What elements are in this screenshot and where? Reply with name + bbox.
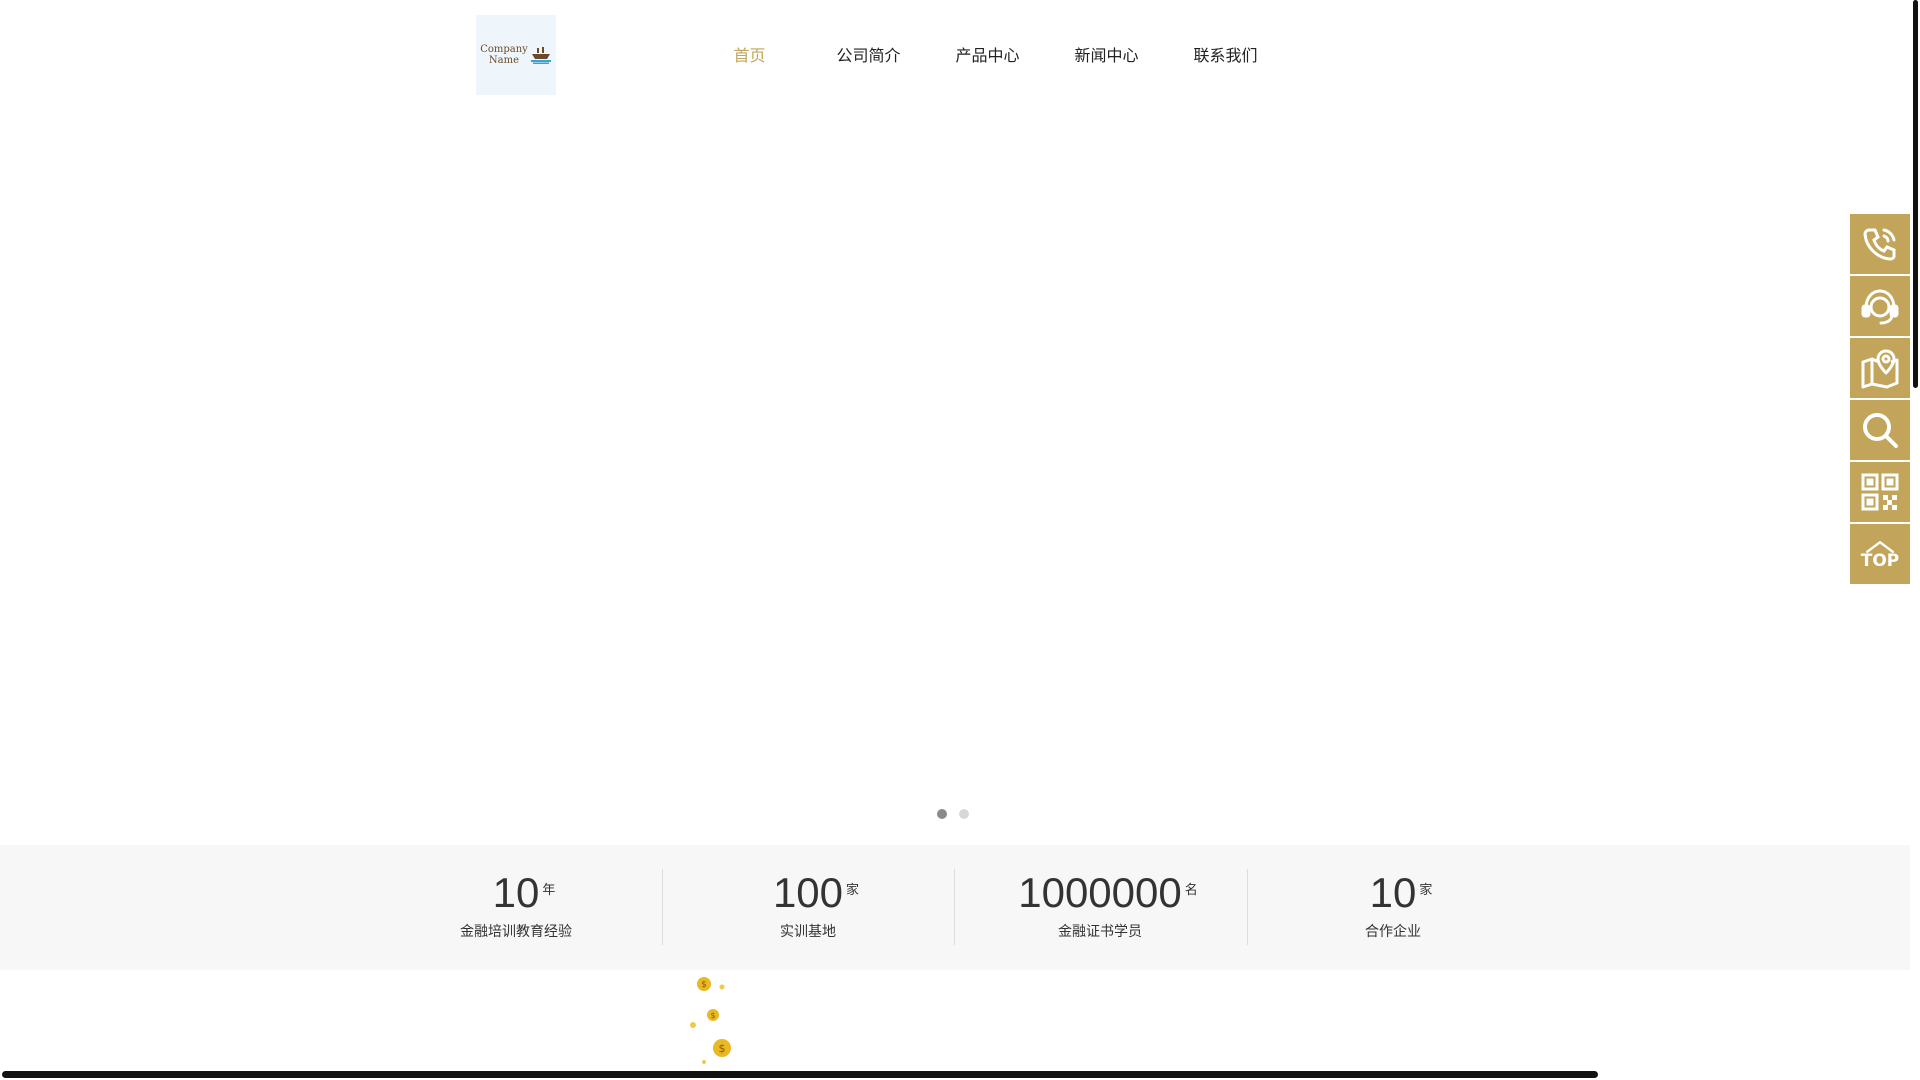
qr-code-button[interactable] — [1850, 462, 1910, 522]
stat-label: 合作企业 — [1365, 924, 1421, 940]
floating-sidebar: TOP — [1850, 214, 1910, 586]
nav-item-about[interactable]: 公司简介 — [809, 42, 928, 66]
gold-coins-decoration: $ $ $ — [690, 977, 731, 1064]
svg-text:$: $ — [710, 1011, 715, 1020]
stat-number: 10 年 — [492, 869, 556, 916]
search-button[interactable] — [1850, 400, 1910, 460]
nav-item-contact[interactable]: 联系我们 — [1166, 42, 1285, 66]
nav-item-products[interactable]: 产品中心 — [928, 42, 1047, 66]
qr-code-icon — [1861, 473, 1899, 511]
back-to-top-button[interactable]: TOP — [1850, 524, 1910, 584]
stat-unit: 家 — [1419, 883, 1433, 898]
stat-number: 10 家 — [1369, 869, 1433, 916]
stat-partners: 10 家 合作企业 — [1247, 869, 1539, 944]
hero-banner — [0, 110, 1910, 845]
stats-bar: 10 年 金融培训教育经验 100 家 实训基地 1000000 名 金融证书学… — [0, 845, 1910, 970]
stat-bases: 100 家 实训基地 — [662, 869, 954, 944]
svg-text:$: $ — [719, 1042, 726, 1055]
nav-item-news[interactable]: 新闻中心 — [1047, 42, 1166, 66]
top-label: TOP — [1860, 550, 1900, 571]
site-header: Company Name 首页 公司简介 产品中心 新闻中心 联系我们 — [0, 0, 1910, 110]
stat-number: 1000000 名 — [1018, 869, 1198, 916]
horizontal-scrollbar-thumb[interactable] — [2, 1071, 1598, 1078]
stat-unit: 家 — [846, 883, 860, 898]
search-icon — [1863, 413, 1898, 448]
ship-icon — [530, 47, 551, 64]
carousel-dot-1[interactable] — [937, 809, 947, 819]
main-nav: 首页 公司简介 产品中心 新闻中心 联系我们 — [690, 42, 1285, 66]
carousel-dots — [937, 809, 969, 819]
svg-text:$: $ — [701, 980, 707, 990]
vertical-scrollbar-thumb[interactable] — [1913, 0, 1918, 388]
stat-students: 1000000 名 金融证书学员 — [954, 869, 1246, 944]
nav-item-home[interactable]: 首页 — [690, 42, 809, 66]
carousel-dot-2[interactable] — [959, 809, 969, 819]
customer-service-icon — [1861, 289, 1899, 325]
company-logo[interactable]: Company Name — [476, 15, 556, 95]
stat-label: 金融培训教育经验 — [460, 924, 572, 940]
location-button[interactable] — [1850, 338, 1910, 398]
stat-label: 实训基地 — [780, 924, 836, 940]
stat-number: 100 家 — [772, 869, 860, 916]
back-to-top-icon: TOP — [1860, 539, 1900, 571]
phone-icon — [1863, 228, 1896, 261]
customer-service-button[interactable] — [1850, 276, 1910, 336]
map-location-icon — [1861, 349, 1899, 389]
logo-text: Company Name — [480, 44, 528, 66]
stat-unit: 年 — [542, 883, 556, 898]
stat-unit: 名 — [1184, 883, 1198, 898]
stat-experience: 10 年 金融培训教育经验 — [370, 869, 662, 944]
stat-label: 金融证书学员 — [1058, 924, 1142, 940]
phone-button[interactable] — [1850, 214, 1910, 274]
vertical-scrollbar[interactable] — [1910, 0, 1920, 1080]
